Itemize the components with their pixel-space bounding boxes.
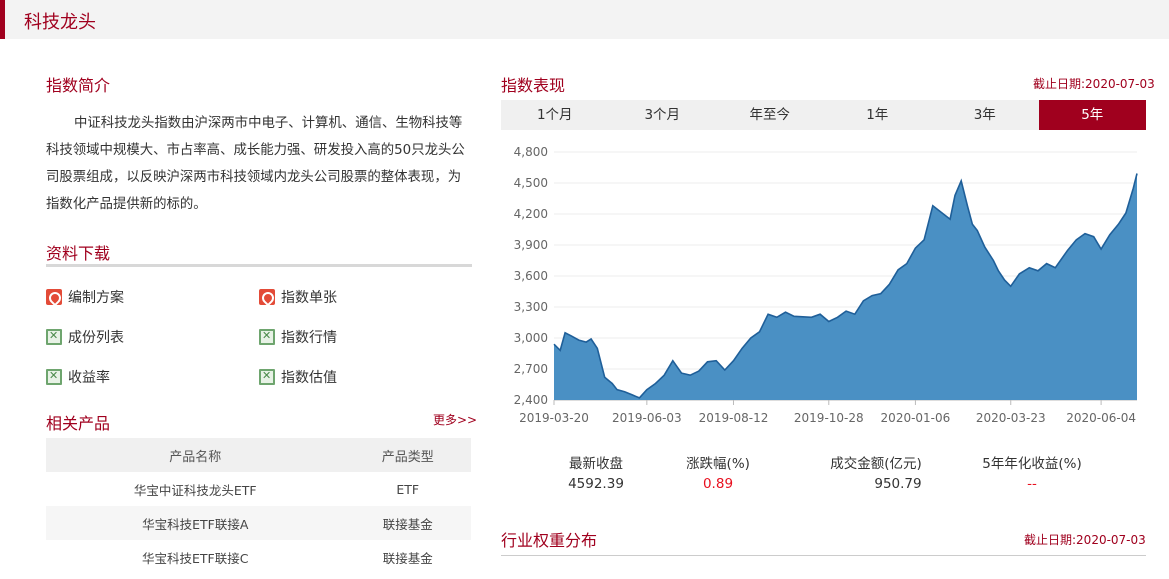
chart-series	[553, 173, 1138, 400]
stat-latest-close: 最新收盘 4592.39	[541, 452, 651, 492]
download-label: 指数估值	[281, 370, 337, 386]
y-tick-label: 3,600	[514, 269, 548, 283]
x-tick-label: 2020-06-04	[1066, 411, 1136, 425]
stat-5y-annualized: 5年年化收益(%) --	[967, 452, 1097, 492]
page-header: 科技龙头	[0, 0, 1169, 39]
x-axis-ticks: 2019-03-20 2019-06-03 2019-08-12 2019-10-28…	[519, 400, 1136, 425]
y-tick-label: 4,500	[514, 176, 548, 190]
product-name[interactable]: 华宝中证科技龙头ETF	[46, 472, 344, 506]
x-tick-label: 2019-03-20	[519, 411, 589, 425]
product-name[interactable]: 华宝科技ETF联接C	[46, 540, 344, 574]
x-tick-label: 2020-03-23	[976, 411, 1046, 425]
tab-1-year[interactable]: 1年	[824, 100, 932, 130]
y-tick-label: 3,300	[514, 300, 548, 314]
y-axis-ticks: 4,800 4,500 4,200 3,900 3,600 3,300 3,000 2,700…	[514, 145, 548, 407]
downloads-title: 资料下载	[46, 244, 111, 263]
stat-label: 成交金额(亿元)	[830, 456, 922, 472]
stat-value: 950.79	[874, 476, 922, 492]
x-tick-label: 2020-01-06	[881, 411, 951, 425]
tab-5-years[interactable]: 5年	[1038, 100, 1146, 130]
x-tick-label: 2019-08-12	[699, 411, 769, 425]
header-accent-bar	[0, 0, 5, 39]
tab-3-months[interactable]: 3个月	[609, 100, 717, 130]
column-header-type: 产品类型	[344, 438, 471, 472]
series-area	[554, 173, 1137, 400]
stat-value: 0.89	[702, 476, 734, 492]
x-tick-label: 2019-06-03	[612, 411, 682, 425]
excel-icon	[46, 329, 62, 345]
table-row[interactable]: 华宝科技ETF联接C 联接基金	[46, 540, 471, 574]
download-returns[interactable]: 收益率	[46, 367, 110, 387]
download-label: 成份列表	[68, 330, 124, 346]
index-performance-chart: 4,800 4,500 4,200 3,900 3,600 3,300 3,000 2,700…	[514, 145, 1138, 425]
download-label: 收益率	[68, 370, 110, 386]
performance-date: 截止日期:2020-07-03	[1033, 75, 1155, 92]
download-valuation[interactable]: 指数估值	[259, 367, 337, 387]
products-table: 产品名称 产品类型 华宝中证科技龙头ETF ETF 华宝科技ETF联接A 联接基…	[46, 438, 471, 574]
stat-label: 5年年化收益(%)	[982, 456, 1082, 472]
industry-date: 截止日期:2020-07-03	[1024, 531, 1146, 548]
y-tick-label: 4,800	[514, 145, 548, 159]
pdf-icon	[46, 289, 62, 305]
product-type: 联接基金	[382, 550, 433, 566]
product-type: 联接基金	[344, 506, 471, 540]
performance-title: 指数表现	[501, 76, 566, 95]
page-title: 科技龙头	[24, 12, 96, 33]
products-title: 相关产品	[46, 414, 111, 433]
intro-title: 指数简介	[46, 76, 111, 95]
pdf-icon	[259, 289, 275, 305]
tab-ytd[interactable]: 年至今	[716, 100, 824, 130]
excel-icon	[46, 369, 62, 385]
stat-change-pct: 涨跌幅(%) 0.89	[663, 452, 773, 492]
x-tick-label: 2019-10-28	[794, 411, 864, 425]
product-name[interactable]: 华宝科技ETF联接A	[46, 506, 345, 540]
tab-1-month[interactable]: 1个月	[501, 100, 609, 130]
y-tick-label: 2,400	[514, 393, 548, 407]
download-constituents[interactable]: 成份列表	[46, 327, 124, 347]
download-label: 编制方案	[68, 290, 124, 306]
table-row[interactable]: 华宝科技ETF联接A 联接基金	[46, 506, 471, 540]
column-header-name: 产品名称	[46, 438, 345, 472]
stat-label: 最新收盘	[569, 456, 623, 472]
date-label: 截止日期:	[1024, 533, 1077, 547]
product-type: ETF	[396, 481, 420, 497]
stat-turnover: 成交金额(亿元) 950.79	[801, 452, 951, 492]
y-tick-label: 4,200	[514, 207, 548, 221]
download-index-quotes[interactable]: 指数行情	[259, 327, 337, 347]
industry-divider	[501, 555, 1146, 556]
more-products-link[interactable]: 更多>>	[433, 411, 477, 428]
table-row[interactable]: 华宝中证科技龙头ETF ETF	[46, 472, 471, 506]
y-tick-label: 2,700	[514, 362, 548, 376]
date-label: 截止日期:	[1033, 77, 1086, 91]
download-label: 指数行情	[281, 330, 337, 346]
date-value: 2020-07-03	[1076, 533, 1146, 547]
date-value: 2020-07-03	[1085, 77, 1155, 91]
intro-text: 中证科技龙头指数由沪深两市中电子、计算机、通信、生物科技等科技领域中规模大、市占…	[46, 116, 465, 212]
stat-label: 涨跌幅(%)	[686, 456, 750, 472]
download-index-sheet[interactable]: 指数单张	[259, 287, 337, 307]
download-label: 指数单张	[281, 290, 337, 306]
download-compile-plan[interactable]: 编制方案	[46, 287, 124, 307]
y-tick-label: 3,900	[514, 238, 548, 252]
industry-title: 行业权重分布	[501, 531, 598, 550]
y-tick-label: 3,000	[514, 331, 548, 345]
tab-3-years[interactable]: 3年	[931, 100, 1039, 130]
excel-icon	[259, 369, 275, 385]
stat-value: --	[1027, 476, 1037, 492]
downloads-divider	[46, 264, 472, 267]
excel-icon	[259, 329, 275, 345]
period-tabs: 1个月 3个月 年至今 1年 3年 5年	[501, 100, 1146, 130]
stat-value: 4592.39	[568, 476, 624, 492]
table-header-row: 产品名称 产品类型	[46, 438, 471, 472]
